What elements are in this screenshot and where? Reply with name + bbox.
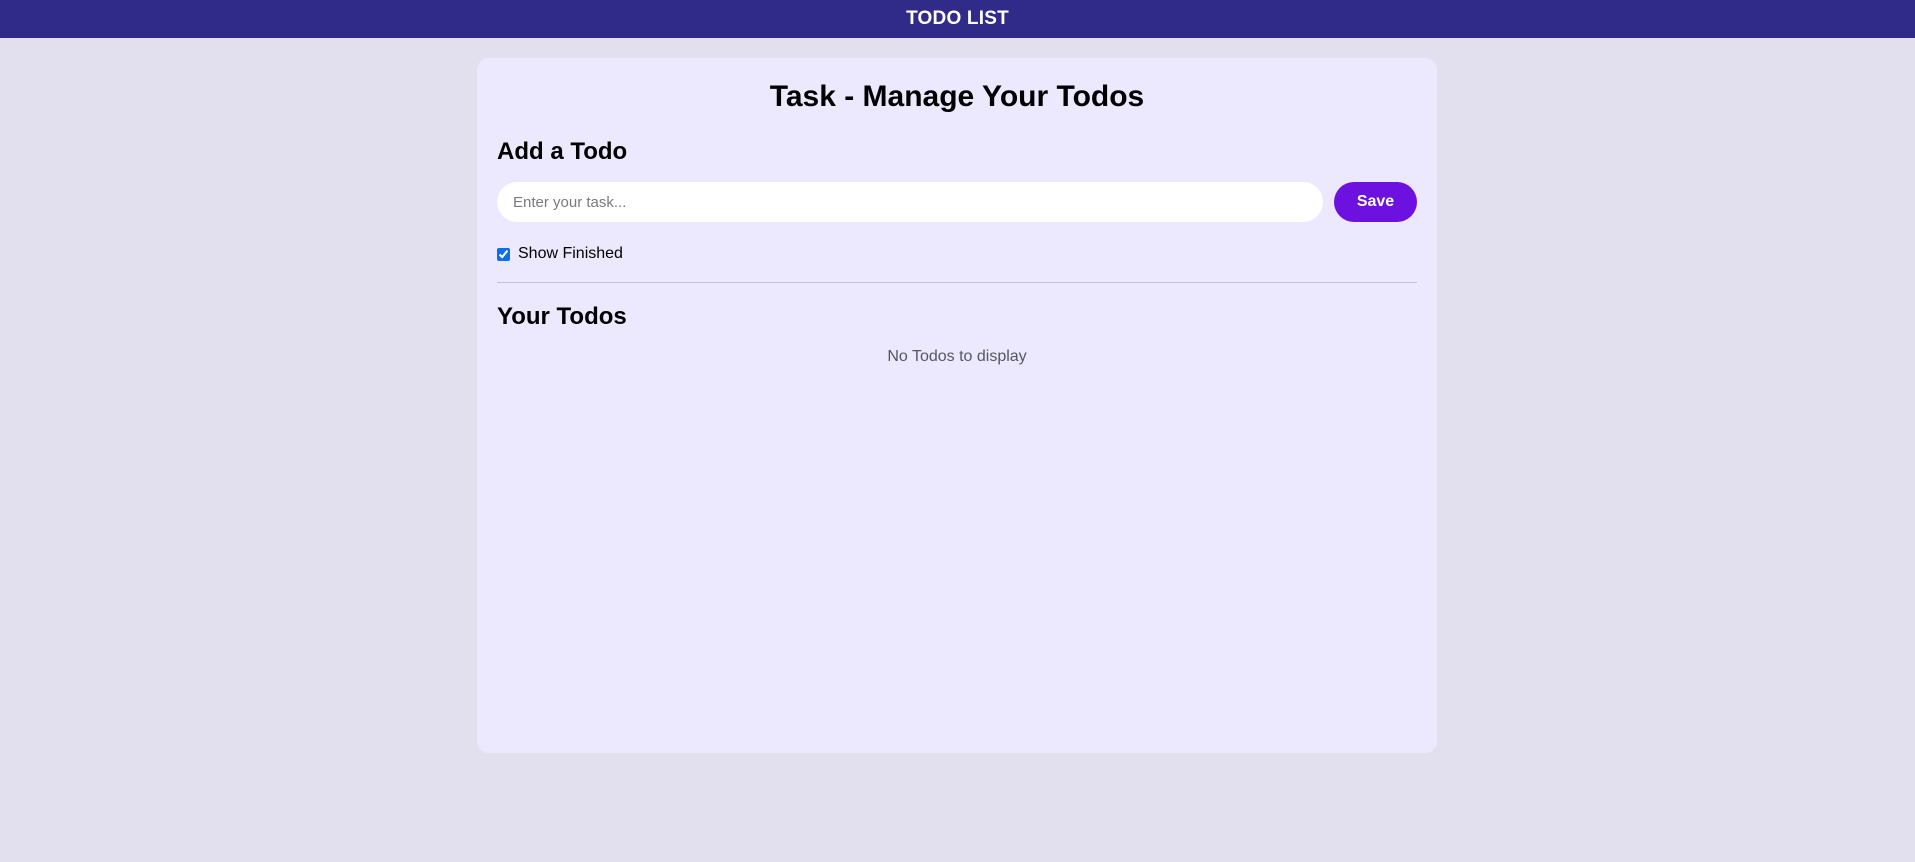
show-finished-label: Show Finished <box>518 245 623 262</box>
empty-todos-message: No Todos to display <box>887 348 1027 365</box>
divider <box>497 282 1417 283</box>
navbar: TODO LIST <box>0 0 1915 38</box>
show-finished-checkbox[interactable] <box>497 247 510 261</box>
your-todos-heading: Your Todos <box>497 303 627 330</box>
add-todo-heading: Add a Todo <box>497 138 628 165</box>
app-title: TODO LIST <box>906 8 1009 29</box>
save-button[interactable]: Save <box>1334 182 1417 222</box>
page-title: Task - Manage Your Todos <box>769 80 1145 113</box>
todo-card: Task - Manage Your Todos Add a Todo Save… <box>477 58 1437 753</box>
show-finished-toggle[interactable]: Show Finished <box>497 244 623 264</box>
task-input[interactable] <box>497 182 1323 222</box>
